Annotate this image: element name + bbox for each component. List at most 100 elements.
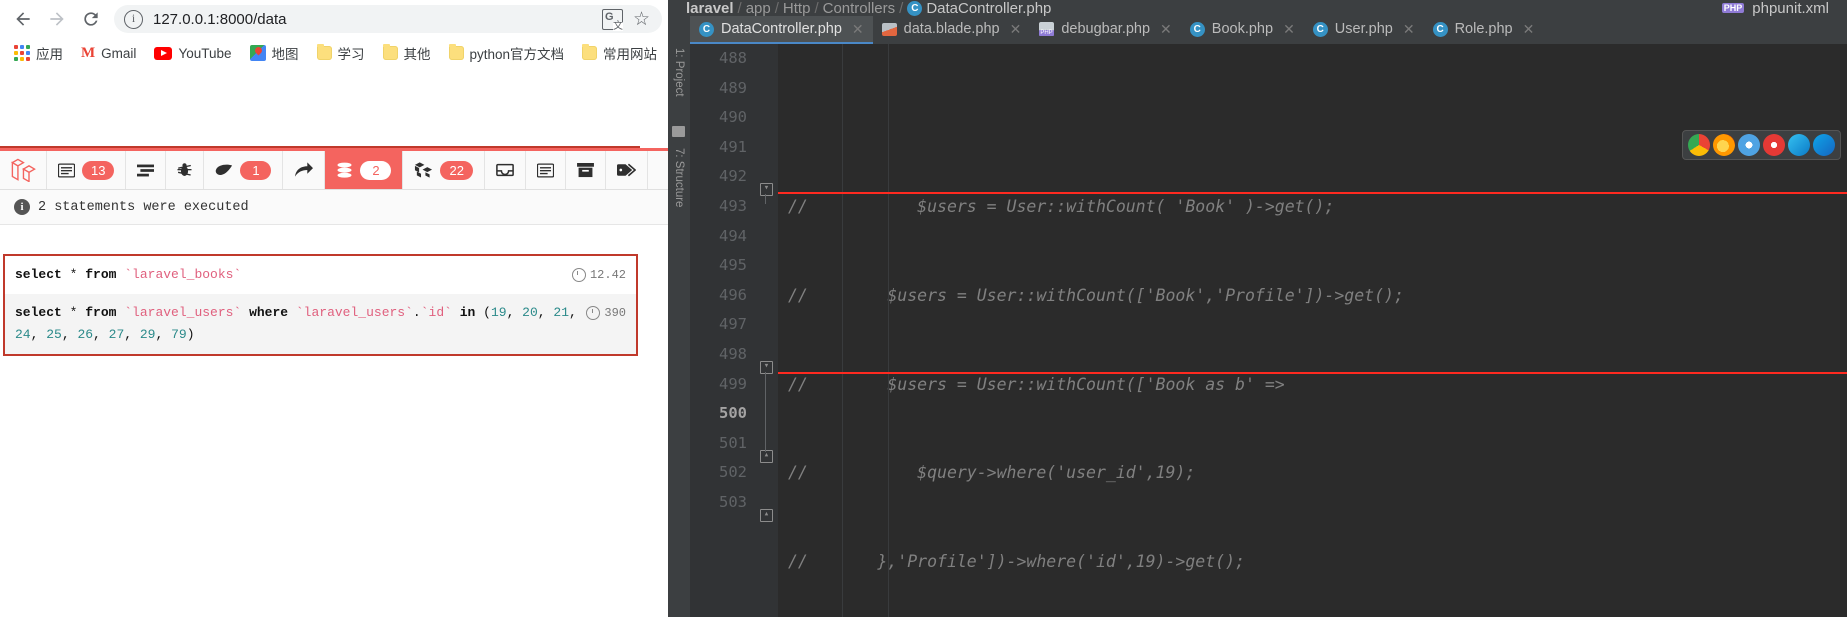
bookmark-gmail[interactable]: M Gmail (75, 43, 142, 64)
close-icon[interactable]: ✕ (852, 21, 864, 38)
code-line[interactable]: // $users = User::withCount( 'Book' )->g… (788, 192, 1847, 222)
messages-icon (58, 162, 75, 178)
debugbar-tab-views[interactable]: 1 (204, 151, 284, 189)
debugbar-tab-queries[interactable]: 2 (325, 151, 404, 189)
translate-icon[interactable] (601, 8, 623, 31)
close-icon[interactable]: ✕ (1283, 21, 1295, 38)
line-number: 489 (719, 78, 747, 97)
leaf-icon (215, 163, 233, 177)
line-number: 496 (719, 285, 747, 304)
debugbar-tab-timeline[interactable] (126, 151, 167, 189)
debugbar-tab-models[interactable]: 22 (403, 151, 485, 189)
bookmark-apps[interactable]: 应用 (8, 40, 69, 66)
apps-grid-icon (14, 45, 30, 61)
line-number: 501 (719, 433, 747, 452)
tab-role[interactable]: C Role.php ✕ (1424, 16, 1544, 44)
tab-label: debugbar.php (1061, 21, 1151, 37)
class-icon: C (1432, 21, 1448, 37)
sidebar-item-project[interactable]: 1: Project (673, 48, 685, 97)
debugbar-tab-exceptions[interactable] (166, 151, 205, 189)
debugbar-tab-mails[interactable] (485, 151, 526, 189)
address-bar[interactable]: i 127.0.0.1:8000/data ☆ (114, 5, 662, 33)
laravel-logo-icon[interactable] (0, 151, 47, 189)
bookmark-label: 其他 (403, 47, 431, 62)
edge-icon[interactable] (1788, 134, 1810, 156)
bookmark-label: YouTube (178, 45, 232, 61)
folder-icon (382, 43, 398, 60)
tab-data-blade[interactable]: data.blade.php ✕ (873, 16, 1031, 44)
bookmark-label: 地图 (271, 47, 299, 62)
close-icon[interactable]: ✕ (1403, 21, 1415, 38)
indent-guide (888, 44, 889, 617)
opera-icon[interactable] (1763, 134, 1785, 156)
line-number: 491 (719, 137, 747, 156)
blade-icon (881, 22, 897, 36)
tab-datacontroller[interactable]: C DataController.php ✕ (690, 16, 873, 44)
code-line[interactable]: // },'Profile'])->where('id',19)->get(); (788, 547, 1847, 577)
firefox-icon[interactable] (1713, 134, 1735, 156)
code-line[interactable]: // $users = User::withCount(['Book as b'… (788, 370, 1847, 400)
reload-button[interactable] (74, 2, 108, 36)
code-editor[interactable]: 1: Project 7: Structure 488 489 490 491 … (668, 44, 1847, 617)
page-viewport: 13 1 2 22 i 2 statements were executed s… (0, 68, 668, 617)
breadcrumb-item[interactable]: app (746, 0, 771, 16)
edge-legacy-icon[interactable] (1813, 134, 1835, 156)
bookmark-maps[interactable]: 地图 (244, 40, 305, 66)
bookmark-label: 学习 (337, 47, 365, 62)
bookmark-other[interactable]: 其他 (377, 40, 437, 66)
tab-label: data.blade.php (903, 21, 1000, 37)
fold-marker-icon[interactable]: ▾ (760, 361, 773, 374)
close-icon[interactable]: ✕ (1010, 21, 1022, 38)
database-icon (336, 162, 353, 179)
chrome-icon[interactable] (1688, 134, 1710, 156)
line-number: 490 (719, 108, 747, 127)
bookmark-common-sites[interactable]: 常用网站 (576, 40, 663, 66)
breadcrumb-item[interactable]: Controllers (823, 0, 896, 16)
debugbar-tab-messages[interactable]: 13 (47, 151, 127, 189)
tab-debugbar[interactable]: debugbar.php ✕ (1030, 16, 1180, 44)
bug-icon (177, 162, 192, 178)
line-number: 502 (719, 463, 747, 482)
safari-icon[interactable] (1738, 134, 1760, 156)
fold-marker-icon[interactable]: ▴ (760, 450, 773, 463)
tab-user[interactable]: C User.php ✕ (1304, 16, 1424, 44)
debugbar-tab-route[interactable] (283, 151, 326, 189)
status-text: 2 statements were executed (38, 199, 249, 215)
info-icon: i (14, 199, 30, 215)
sql-duration: 12.42 (564, 264, 626, 286)
fold-gutter[interactable]: ▾ ▾ ▴ ▴ (756, 44, 778, 617)
models-badge: 22 (440, 160, 473, 180)
breadcrumb-item[interactable]: laravel (686, 0, 734, 16)
line-number: 503 (719, 492, 747, 511)
sql-row[interactable]: select * from `laravel_books` 12.42 (5, 256, 636, 294)
sidebar-item-structure[interactable]: 7: Structure (673, 148, 685, 207)
site-info-icon[interactable]: i (124, 9, 143, 29)
close-icon[interactable]: ✕ (1523, 21, 1535, 38)
bookmark-python-docs[interactable]: python官方文档 (443, 40, 571, 66)
debugbar-tab-session[interactable] (526, 151, 566, 189)
back-button[interactable] (6, 2, 40, 36)
breadcrumb-item[interactable]: Http (783, 0, 811, 16)
bookmark-study[interactable]: 学习 (311, 40, 371, 66)
clock-icon (571, 268, 586, 282)
fold-marker-icon[interactable]: ▴ (760, 509, 773, 522)
fold-marker-icon[interactable]: ▾ (760, 183, 773, 196)
close-icon[interactable]: ✕ (1160, 21, 1172, 38)
forward-button[interactable] (40, 2, 74, 36)
breadcrumb-current[interactable]: DataController.php (926, 0, 1051, 16)
tab-book[interactable]: C Book.php ✕ (1181, 16, 1304, 44)
floating-tab-phpunit[interactable]: PHP phpunit.xml (1721, 0, 1829, 16)
debugbar-tab-tags[interactable] (606, 151, 648, 189)
breadcrumb-sep: / (774, 0, 779, 16)
debugbar-tab-request[interactable] (566, 151, 606, 189)
class-icon: C (1189, 21, 1205, 37)
bookmark-youtube[interactable]: YouTube (148, 43, 237, 64)
star-icon[interactable]: ☆ (633, 10, 650, 29)
line-number: 492 (719, 167, 747, 186)
sql-row[interactable]: select * from `laravel_users` where `lar… (5, 294, 636, 354)
line-number: 497 (719, 315, 747, 334)
php-icon (1039, 22, 1055, 36)
code-line[interactable]: // $users = User::withCount(['Book','Pro… (788, 281, 1847, 311)
folder-icon[interactable] (672, 126, 685, 137)
code-line[interactable]: // $query->where('user_id',19); (788, 458, 1847, 488)
